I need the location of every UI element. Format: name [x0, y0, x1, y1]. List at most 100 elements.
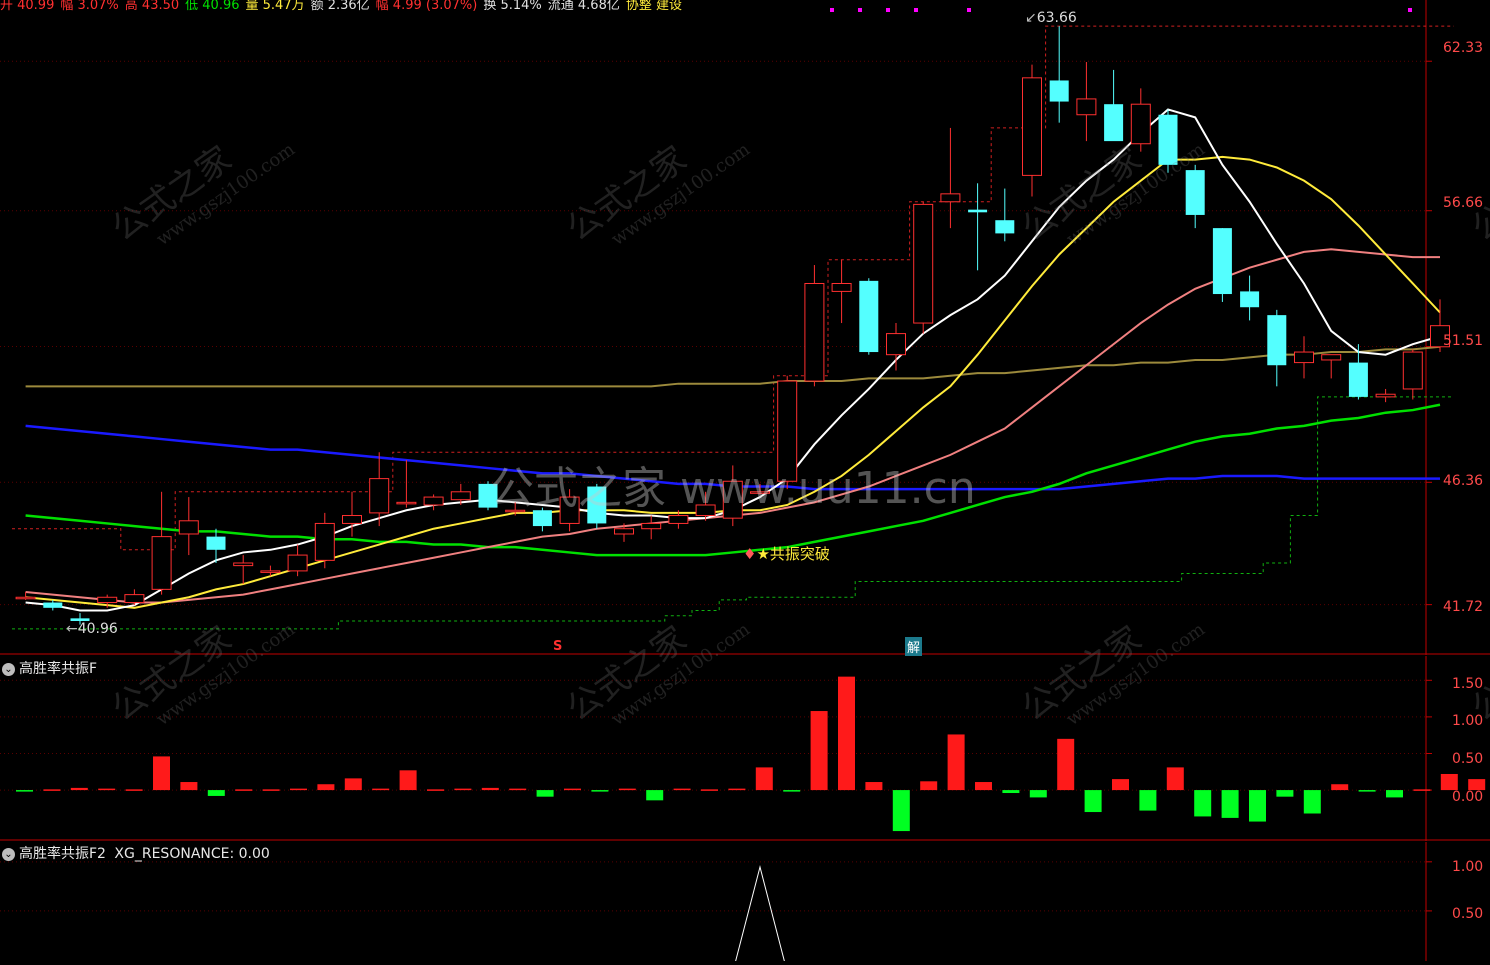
candle-body — [151, 536, 172, 590]
osc-bar — [1139, 790, 1157, 811]
osc-bar — [536, 790, 554, 797]
candle-body — [124, 594, 145, 604]
signal-dot — [858, 8, 862, 12]
osc-bar — [1002, 790, 1020, 794]
osc-bar — [564, 788, 581, 791]
signal-dot — [886, 8, 890, 12]
info-bar-item: 流通 4.68亿 — [547, 0, 620, 13]
candle-body — [1348, 362, 1368, 397]
osc-bar — [618, 788, 636, 791]
osc-bar — [1303, 790, 1321, 814]
candle-body — [1294, 351, 1314, 364]
signal-title[interactable]: ⌄ 高胜率共振F2 XG_RESONANCE: 0.00 — [2, 843, 270, 863]
candle-body — [287, 554, 308, 572]
osc-bar — [207, 790, 225, 796]
candle-body — [178, 520, 199, 535]
high-price-label: ↙63.66 — [1025, 10, 1077, 26]
osc-bar — [509, 788, 527, 791]
signal-dot — [830, 8, 834, 12]
candle-body — [804, 282, 825, 382]
center-watermark: 公式之家 www.uu11.cn — [490, 463, 976, 514]
price-panel[interactable]: 开 40.99 幅 3.07% 高 43.50 低 40.96 量 5.47万额 2.3… — [0, 0, 1490, 656]
signal-axis-label: 1.00 — [1452, 859, 1484, 875]
oscillator-panel[interactable]: ⌄ 高胜率共振F 1.50 1.00 0.50 0.00 — [0, 656, 1490, 841]
osc-bar — [1166, 767, 1184, 791]
info-bar: 开 40.99 幅 3.07% 高 43.50 低 40.96 量 5.47万额 2.3… — [0, 0, 688, 13]
candle-body — [940, 193, 961, 203]
osc-bar — [235, 789, 253, 791]
info-bar-item: 高 43.50 — [124, 0, 180, 13]
osc-bar — [701, 789, 718, 791]
osc-bar — [290, 788, 307, 791]
candle-body — [43, 602, 63, 608]
osc-bar — [646, 790, 664, 801]
ma10-line — [25, 155, 1441, 609]
resonance-breakout-label: ♦★共振突破 — [743, 545, 830, 563]
osc-bar — [1386, 790, 1403, 798]
oscillator-title[interactable]: ⌄ 高胜率共振F — [2, 658, 97, 678]
osc-bar — [399, 770, 417, 791]
price-axis-label: 56.66 — [1443, 195, 1484, 211]
candle-body — [1158, 114, 1178, 165]
chevron-down-icon[interactable]: ⌄ — [2, 663, 15, 676]
candle-body — [913, 203, 934, 324]
candle-body — [233, 562, 254, 567]
candle-body — [15, 596, 36, 600]
price-axis-label: 41.72 — [1443, 599, 1484, 615]
osc-bar — [153, 756, 170, 791]
osc-bar — [1413, 789, 1431, 791]
candle-body — [1049, 80, 1069, 102]
info-bar-item: 低 40.96 — [185, 0, 240, 13]
candle-body — [831, 282, 852, 292]
osc-bar — [892, 790, 910, 832]
osc-bar — [1112, 779, 1129, 791]
jie-marker: 解 — [905, 637, 923, 656]
osc-bar — [810, 711, 828, 791]
signal-dot — [1408, 8, 1412, 12]
osc-bar — [728, 788, 746, 791]
candle-body — [859, 280, 879, 353]
candle-body — [1130, 103, 1151, 145]
osc-bar — [755, 767, 773, 791]
osc-bar — [838, 676, 855, 791]
price-axis-label: 62.33 — [1443, 40, 1484, 56]
candle-body — [97, 596, 118, 604]
s-marker: S — [553, 639, 563, 654]
osc-bar — [481, 787, 499, 791]
signal-axis-label: 0.50 — [1452, 906, 1484, 922]
candle-body — [1321, 354, 1342, 361]
osc-bar — [1057, 738, 1075, 791]
candle-body — [423, 496, 444, 506]
ma-long1-line — [25, 345, 1441, 388]
candle-body — [1267, 315, 1287, 366]
osc-bar — [98, 788, 116, 791]
ma20-line — [25, 248, 1440, 604]
candle-body — [1240, 291, 1260, 308]
info-bar-item: 幅 4.99 (3.07%) — [375, 0, 478, 13]
osc-bar — [1276, 790, 1294, 797]
candle-body — [641, 522, 662, 530]
chevron-down-icon[interactable]: ⌄ — [2, 848, 15, 861]
osc-bar — [344, 778, 362, 791]
osc-bar — [1249, 790, 1266, 822]
signal-panel[interactable]: ⌄ 高胜率共振F2 XG_RESONANCE: 0.00 1.00 0.50 — [0, 842, 1490, 965]
osc-bar — [125, 789, 143, 791]
candle-body — [995, 220, 1015, 234]
osc-bar — [591, 790, 609, 792]
candle-body — [206, 536, 226, 550]
osc-bar — [262, 789, 280, 791]
osc-axis-label: 0.50 — [1452, 751, 1484, 767]
candle-body — [968, 209, 988, 213]
candle-body — [342, 515, 362, 524]
osc-bar — [1029, 790, 1047, 798]
candle-body — [1104, 104, 1124, 142]
osc-bar — [317, 784, 335, 791]
osc-axis-label: 1.50 — [1452, 676, 1484, 692]
oscillator-chart[interactable] — [0, 656, 1490, 841]
osc-bar — [1084, 790, 1102, 813]
osc-bar — [16, 790, 33, 792]
candle-body — [614, 528, 634, 535]
osc-bar — [783, 790, 801, 792]
candle-body — [668, 515, 689, 524]
osc-bar — [1194, 790, 1212, 817]
